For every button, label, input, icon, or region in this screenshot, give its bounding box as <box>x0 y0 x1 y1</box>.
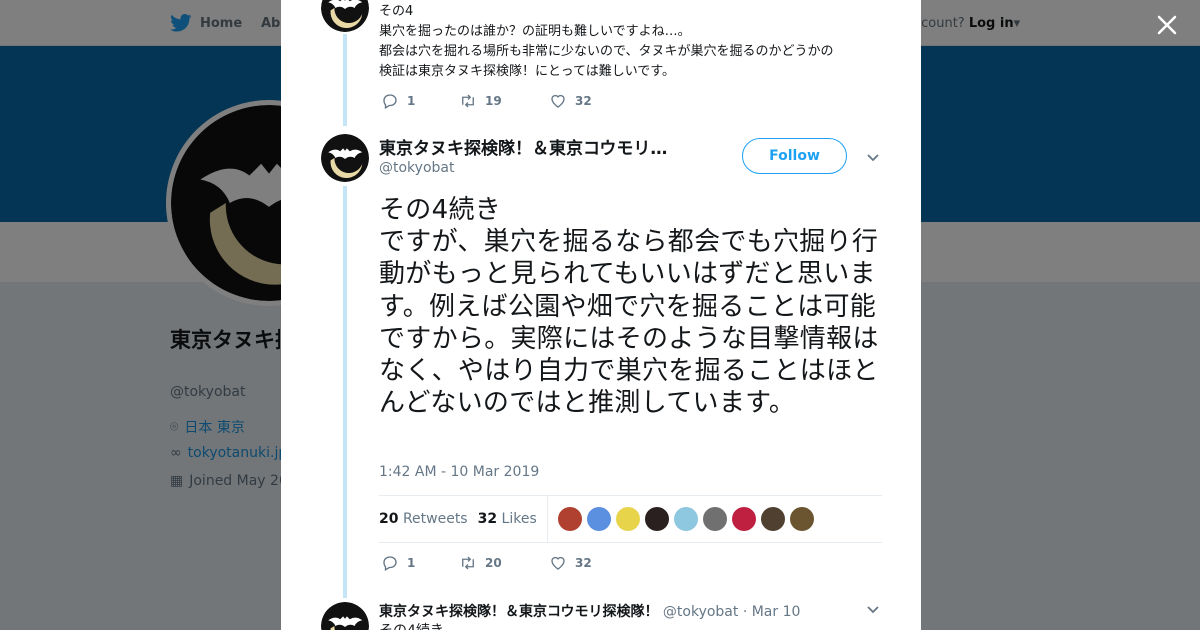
liker-avatar[interactable] <box>760 507 785 531</box>
thread-line-top <box>343 34 347 126</box>
main-tweet-avatar[interactable] <box>321 134 369 182</box>
reply-icon <box>383 94 397 109</box>
bat-moon-logo-icon <box>321 602 369 630</box>
liker-avatar[interactable] <box>586 507 611 531</box>
like-button[interactable]: 32 <box>549 92 592 110</box>
liker-avatar[interactable] <box>702 507 727 531</box>
tweet-modal: その4 巣穴を掘ったのは誰か？の証明も難しいですよね…。 都会は穴を掘れる場所も… <box>281 0 921 630</box>
main-tweet-line: その4続き <box>379 195 502 225</box>
liker-avatar[interactable] <box>673 507 698 531</box>
close-icon[interactable] <box>1152 10 1182 40</box>
heart-icon <box>551 556 565 570</box>
like-button[interactable]: 32 <box>549 554 592 572</box>
liker-avatar[interactable] <box>789 507 814 531</box>
prev-tweet-actions: 1 19 32 <box>381 92 592 110</box>
next-tweet-header: 東京タヌキ探検隊！＆東京コウモリ探検隊！ @tokyobat · Mar 10 <box>379 601 800 621</box>
retweets-stat[interactable]: 20 Retweets <box>379 511 468 527</box>
retweet-count: 19 <box>485 94 502 108</box>
liker-avatar[interactable] <box>731 507 756 531</box>
retweet-icon <box>462 94 474 108</box>
stats-divider <box>546 495 548 543</box>
reply-icon <box>383 556 397 571</box>
bat-moon-logo-icon <box>321 0 369 32</box>
reply-button[interactable]: 1 <box>381 92 459 110</box>
tweet-timestamp[interactable]: 1:42 AM - 10 Mar 2019 <box>379 464 539 480</box>
chevron-down-icon[interactable] <box>865 601 881 617</box>
likes-stat[interactable]: 32 Likes <box>478 511 537 527</box>
next-author-handle[interactable]: @tokyobat <box>663 604 738 620</box>
heart-icon <box>551 94 565 108</box>
main-tweet-text: その4続き ですが、巣穴を掘るなら都会でも穴掘り行動がもっと見られてもいいはずだ… <box>379 194 884 419</box>
retweet-button[interactable]: 20 <box>459 554 549 572</box>
follow-button[interactable]: Follow <box>742 138 847 174</box>
reply-button[interactable]: 1 <box>381 554 459 572</box>
prev-tweet-line: 検証は東京タヌキ探検隊！にとっては難しいです。 <box>379 64 676 79</box>
retweet-icon <box>462 556 474 570</box>
tweet-stats: 20 Retweets 32 Likes <box>379 495 882 543</box>
next-tweet-text: その4続き <box>379 620 444 630</box>
reply-count: 1 <box>407 94 416 108</box>
liker-avatar[interactable] <box>615 507 640 531</box>
thread-line-bottom <box>343 186 347 598</box>
retweets-stat-label: Retweets <box>402 511 468 527</box>
prev-tweet-line: その4 <box>379 4 414 19</box>
retweet-button[interactable]: 19 <box>459 92 549 110</box>
like-count: 32 <box>575 94 592 108</box>
prev-tweet-line: 都会は穴を掘れる場所も非常に少ないので、タヌキが巣穴を掘るのかどうかの <box>379 44 834 59</box>
main-author-name[interactable]: 東京タヌキ探検隊！＆東京コウモリ… <box>379 134 667 159</box>
prev-tweet-avatar[interactable] <box>321 0 369 32</box>
next-tweet-date[interactable]: · Mar 10 <box>743 604 801 620</box>
reply-count: 1 <box>407 556 416 570</box>
retweets-stat-count: 20 <box>379 511 399 527</box>
next-author-name[interactable]: 東京タヌキ探検隊！＆東京コウモリ探検隊！ <box>379 604 658 620</box>
chevron-down-icon[interactable] <box>865 149 881 165</box>
likes-stat-count: 32 <box>477 511 498 527</box>
prev-tweet-text: その4 巣穴を掘ったのは誰か？の証明も難しいですよね…。 都会は穴を掘れる場所も… <box>379 2 879 82</box>
main-tweet-actions: 1 20 32 <box>381 554 592 572</box>
main-author-handle[interactable]: @tokyobat <box>379 160 454 176</box>
like-count: 32 <box>575 556 592 570</box>
liker-avatars <box>557 507 814 531</box>
main-tweet-body: ですが、巣穴を掘るなら都会でも穴掘り行動がもっと見られてもいいはずだと思います。… <box>379 227 879 419</box>
prev-tweet-line: 巣穴を掘ったのは誰か？の証明も難しいですよね…。 <box>379 24 691 39</box>
retweet-count: 20 <box>485 556 502 570</box>
bat-moon-logo-icon <box>321 134 369 182</box>
liker-avatar[interactable] <box>557 507 582 531</box>
liker-avatar[interactable] <box>644 507 669 531</box>
likes-stat-label: Likes <box>501 511 537 527</box>
next-tweet-avatar[interactable] <box>321 602 369 630</box>
